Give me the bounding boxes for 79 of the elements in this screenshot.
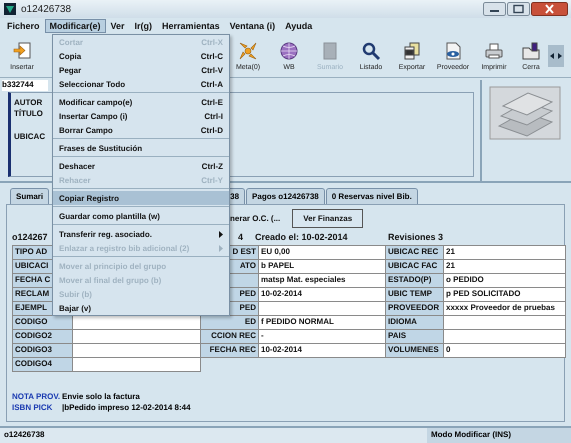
action-button[interactable]: Ver Finanzas xyxy=(292,208,364,228)
field-value: 10-02-2014 xyxy=(258,343,386,358)
note-text: |bPedido impreso 12-02-2014 8:44 xyxy=(62,402,191,413)
menu-item[interactable]: Modificar(e) xyxy=(44,19,106,33)
field-value: p PED SOLICITADO xyxy=(443,287,566,302)
field-value: 0 xyxy=(443,343,566,358)
field-label: UBICAC xyxy=(14,131,46,142)
field-label: TÍTULO xyxy=(14,108,43,119)
documents-icon xyxy=(402,40,422,60)
tab[interactable]: Sumari xyxy=(10,188,50,204)
revisions-count: Revisiones 3 xyxy=(388,232,444,242)
field-label: ESTADO(P) xyxy=(385,273,444,288)
field-label: CODIGO xyxy=(12,315,73,330)
field-value: b PAPEL xyxy=(258,259,386,274)
folder-icon xyxy=(521,40,541,60)
menu-item[interactable]: Insertar Campo (i) Ctrl-I xyxy=(53,109,229,123)
field-label: VOLUMENES xyxy=(385,343,444,358)
created-date: Creado el: 10-02-2014 xyxy=(255,232,348,242)
order-number: o124267 xyxy=(12,232,48,242)
status-text: o12426738 xyxy=(0,428,427,443)
menu-item[interactable]: Ayuda xyxy=(280,19,318,33)
menu-item[interactable]: Pegar Ctrl-V xyxy=(53,63,229,77)
field-label: IDIOMA xyxy=(385,315,444,330)
scroll-right-icon xyxy=(556,44,564,66)
field-value: o PEDIDO xyxy=(443,273,566,288)
close-icon xyxy=(531,2,568,16)
books-drawing xyxy=(489,86,561,140)
field-value: 21 xyxy=(443,245,566,260)
menu-item[interactable]: Transferir reg. asociado. xyxy=(53,227,229,241)
app-icon xyxy=(3,2,17,16)
menu-item[interactable]: Copia Ctrl-C xyxy=(53,49,229,63)
order-number: 4 xyxy=(238,232,244,242)
note-label: ISBN PICK xyxy=(12,402,54,413)
field-value: EU 0,00 xyxy=(258,245,386,260)
tab[interactable]: 0 Reservas nivel Bib. xyxy=(326,188,418,204)
field-label: CODIGO3 xyxy=(12,343,73,358)
field-value: 10-02-2014 xyxy=(258,287,386,302)
field-value: matsp Mat. especiales xyxy=(258,273,386,288)
menu-item[interactable]: Frases de Sustitución xyxy=(53,141,229,155)
field-label: CODIGO4 xyxy=(12,357,73,372)
field-label: PROVEEDOR xyxy=(385,301,444,316)
menu-item[interactable]: Seleccionar Todo Ctrl-A xyxy=(53,77,229,91)
menu-item[interactable]: Copiar Registro xyxy=(53,191,229,205)
menu-item[interactable]: Guardar como plantilla (w) xyxy=(53,209,229,223)
field-label: UBIC TEMP xyxy=(385,287,444,302)
status-mode: Modo Modificar (INS) xyxy=(427,428,571,443)
maximize-icon xyxy=(507,2,530,16)
menu-item[interactable]: Deshacer Ctrl-Z xyxy=(53,159,229,173)
menu-item[interactable]: Borrar Campo Ctrl-D xyxy=(53,123,229,137)
record-number: b332744 xyxy=(2,80,48,91)
menu-item[interactable]: Ver xyxy=(106,19,130,33)
window-title: o12426738 xyxy=(21,4,72,14)
field-label: CODIGO2 xyxy=(12,329,73,344)
note-label: NOTA PROV. xyxy=(12,391,62,402)
menu-item[interactable]: Modificar campo(e) Ctrl-E xyxy=(53,95,229,109)
tab[interactable]: Pagos o12426738 xyxy=(246,188,325,204)
field-value: - xyxy=(258,329,386,344)
minimize-icon xyxy=(483,2,506,16)
document-arrow-icon xyxy=(12,40,32,60)
menu-item[interactable]: Ir(g) xyxy=(130,19,158,33)
note-text: Envie solo la factura xyxy=(62,391,140,402)
field-value: 21 xyxy=(443,259,566,274)
menu-item[interactable]: Fichero xyxy=(2,19,45,33)
field-label: CCION REC xyxy=(200,329,259,344)
menu-item[interactable]: Ventana (i) xyxy=(224,19,280,33)
field-label: AUTOR xyxy=(14,97,42,108)
printer-icon xyxy=(484,40,504,60)
field-label: UBICAC REC xyxy=(385,245,444,260)
scroll-left-icon xyxy=(548,44,556,66)
field-label: PAIS xyxy=(385,329,444,344)
globe-icon xyxy=(279,40,299,60)
flower-icon xyxy=(238,40,258,60)
field-value: f PEDIDO NORMAL xyxy=(258,315,386,330)
field-label: FECHA REC xyxy=(200,343,259,358)
action-button[interactable]: nerar O.C. (... xyxy=(228,210,282,226)
menu-item[interactable]: Herramientas xyxy=(157,19,225,33)
search-icon xyxy=(361,40,381,60)
field-value: xxxxx Proveedor de pruebas xyxy=(443,301,566,316)
field-label: UBICAC FAC xyxy=(385,259,444,274)
